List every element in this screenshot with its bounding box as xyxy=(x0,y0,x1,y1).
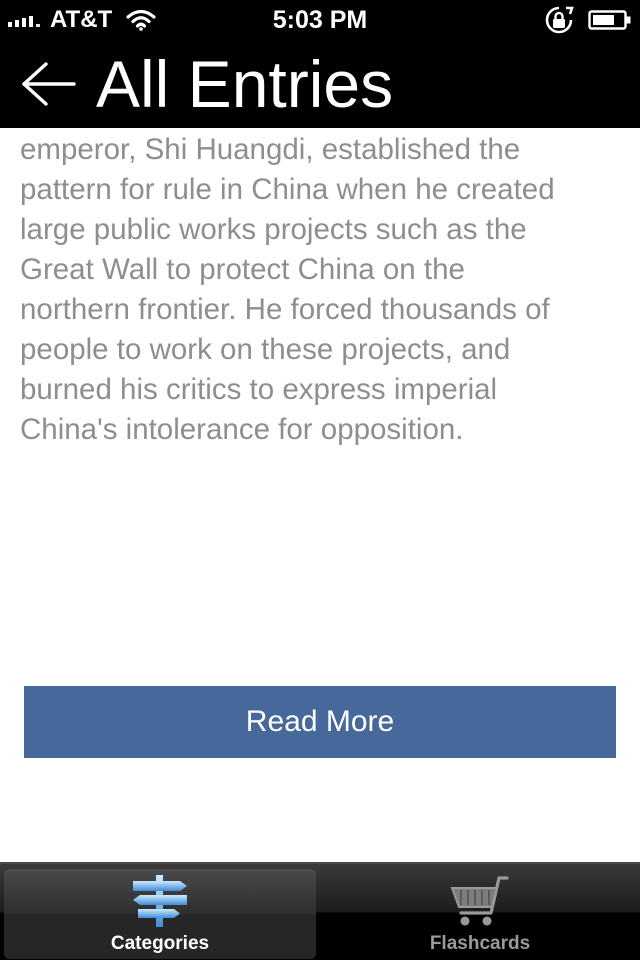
status-right xyxy=(542,0,632,40)
tab-flashcards[interactable]: Flashcards xyxy=(324,869,636,959)
back-button[interactable] xyxy=(0,40,76,128)
tab-categories[interactable]: Categories xyxy=(4,869,316,959)
nav-header: All Entries xyxy=(0,40,640,128)
signpost-icon xyxy=(4,875,316,927)
left-arrow-icon[interactable] xyxy=(20,60,76,108)
rotation-lock-icon xyxy=(542,5,576,35)
shopping-cart-icon xyxy=(324,875,636,931)
page-title: All Entries xyxy=(96,47,394,121)
battery-icon xyxy=(588,9,632,31)
status-bar: AT&T 5:03 PM xyxy=(0,0,640,40)
tab-label-flashcards: Flashcards xyxy=(429,933,531,954)
app-screen: AT&T 5:03 PM All Entries emperor, Shi Hu… xyxy=(0,0,640,960)
tab-label-categories: Categories xyxy=(110,933,210,954)
entry-body-text: emperor, Shi Huangdi, established the pa… xyxy=(20,133,555,446)
tab-bar: Categories Flashcards xyxy=(0,862,640,960)
read-more-button[interactable]: Read More xyxy=(24,686,616,758)
